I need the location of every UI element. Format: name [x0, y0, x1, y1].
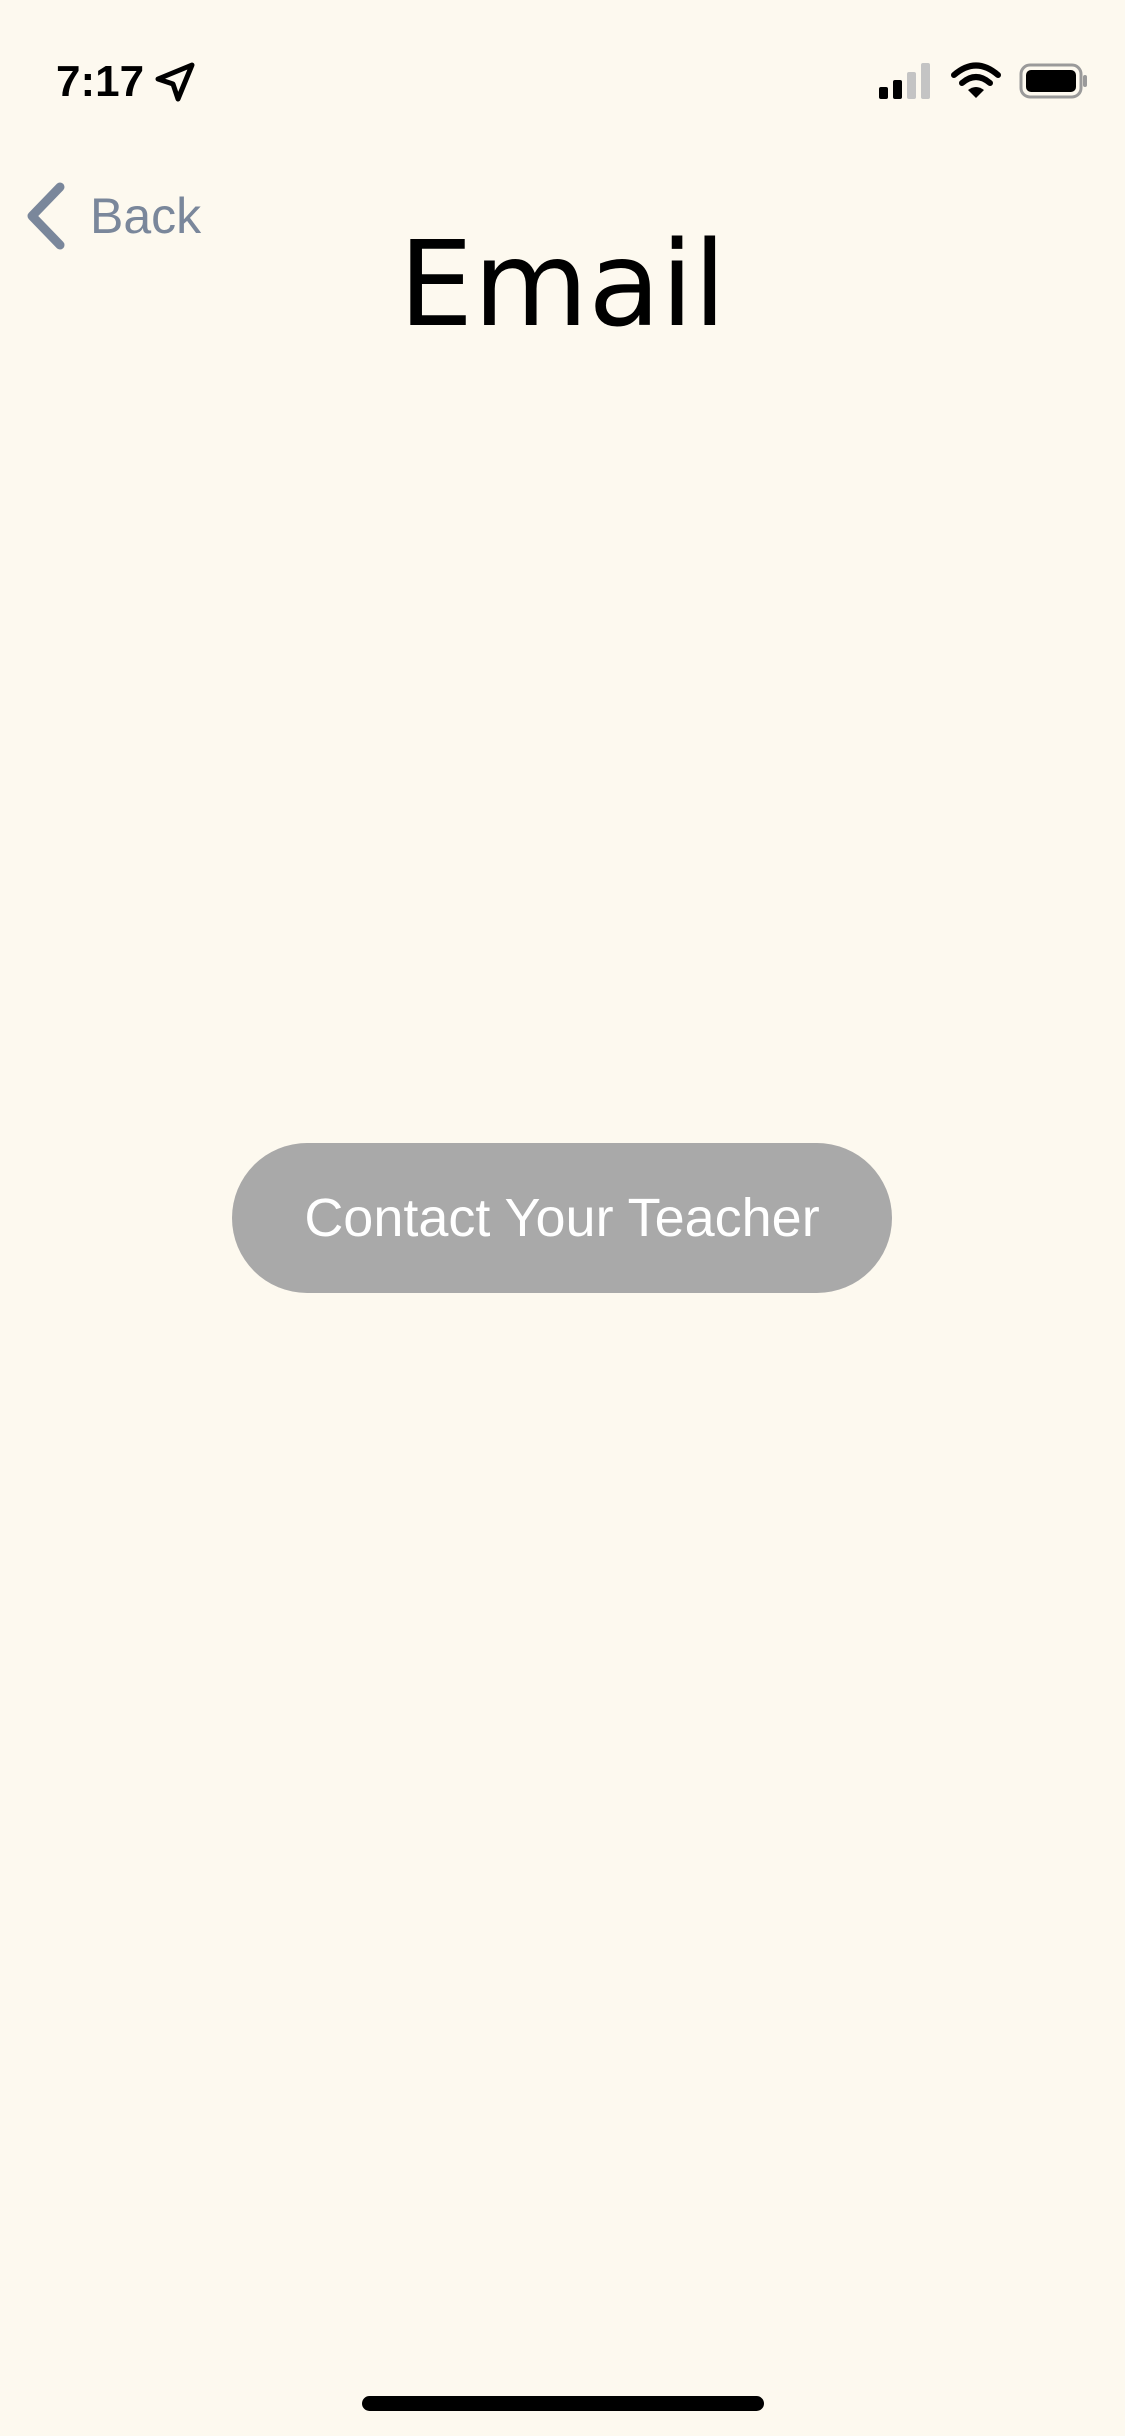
cellular-signal-icon: [879, 63, 933, 99]
status-icons: [879, 60, 1089, 102]
battery-icon: [1019, 63, 1089, 99]
status-time: 7:17: [56, 57, 145, 106]
status-bar: 7:17: [0, 0, 1125, 150]
page-title: Email: [398, 215, 727, 353]
home-indicator[interactable]: [362, 2396, 764, 2411]
status-time-group: 7:17: [56, 52, 196, 112]
location-arrow-icon: [154, 61, 196, 103]
contact-teacher-button[interactable]: Contact Your Teacher: [232, 1143, 892, 1293]
email-screen: 7:17 Back Email Contact Your Teacher: [0, 0, 1125, 2436]
wifi-icon: [951, 62, 1001, 100]
